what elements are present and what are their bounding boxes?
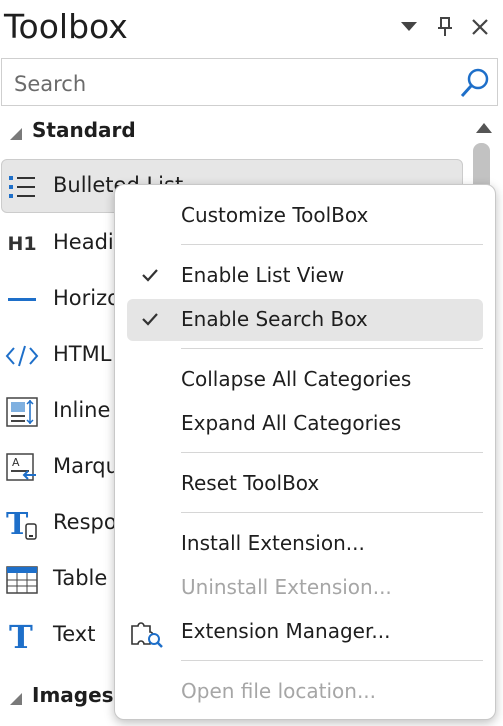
menu-item-label: Expand All Categories	[181, 411, 402, 435]
checkmark-icon	[141, 267, 159, 286]
menu-item-uninstall-extension: Uninstall Extension...	[127, 567, 483, 609]
menu-item-label: Extension Manager...	[181, 619, 391, 643]
svg-text:A: A	[12, 456, 20, 469]
collapse-triangle-icon[interactable]	[10, 125, 22, 144]
menu-separator	[181, 452, 483, 453]
item-label: Marqu	[53, 454, 119, 478]
html-code-icon	[4, 340, 40, 372]
menu-item-label: Install Extension...	[181, 531, 365, 555]
toolbox-titlebar: Toolbox	[0, 0, 503, 56]
menu-item-customize-toolbox[interactable]: Customize ToolBox	[127, 195, 483, 237]
bulleted-list-icon	[4, 171, 40, 203]
menu-item-label: Enable Search Box	[181, 307, 368, 331]
menu-item-label: Open file location...	[181, 679, 377, 703]
search-input[interactable]	[12, 68, 456, 100]
menu-item-install-extension[interactable]: Install Extension...	[127, 523, 483, 565]
menu-separator	[181, 348, 483, 349]
table-icon	[4, 564, 40, 596]
menu-item-label: Customize ToolBox	[181, 203, 369, 227]
item-label: Headi	[53, 230, 114, 254]
inline-frame-icon	[4, 396, 40, 428]
responsive-text-icon: T	[4, 508, 40, 540]
menu-item-label: Collapse All Categories	[181, 367, 412, 391]
item-label: Horizo	[53, 286, 120, 310]
collapse-triangle-icon[interactable]	[10, 690, 22, 709]
menu-item-enable-search-box[interactable]: Enable Search Box	[127, 299, 483, 341]
menu-separator	[181, 512, 483, 513]
svg-text:T: T	[9, 620, 33, 652]
search-box	[1, 58, 498, 106]
marquee-icon: A	[4, 452, 40, 484]
puzzle-gear-icon	[129, 617, 163, 653]
close-icon[interactable]	[467, 14, 493, 40]
menu-item-label: Enable List View	[181, 263, 345, 287]
panel-title: Toolbox	[4, 7, 128, 46]
category-label: Images	[32, 683, 114, 707]
menu-item-open-file-location: Open file location...	[127, 671, 483, 713]
category-label: Standard	[32, 118, 136, 142]
item-label: Respo	[53, 510, 117, 534]
menu-item-enable-list-view[interactable]: Enable List View	[127, 255, 483, 297]
item-label: Text	[53, 622, 96, 646]
pin-icon[interactable]	[432, 14, 458, 40]
checkmark-icon	[141, 311, 159, 330]
menu-item-label: Uninstall Extension...	[181, 575, 392, 599]
horizontal-line-icon	[4, 284, 40, 316]
menu-item-reset-toolbox[interactable]: Reset ToolBox	[127, 463, 483, 505]
search-icon[interactable]	[459, 67, 491, 103]
menu-item-label: Reset ToolBox	[181, 471, 320, 495]
context-menu: Customize ToolBox Enable List View Enabl…	[114, 184, 496, 720]
text-icon: T	[4, 620, 40, 652]
menu-item-expand-all-categories[interactable]: Expand All Categories	[127, 403, 483, 445]
item-label: Table	[53, 566, 108, 590]
menu-item-extension-manager[interactable]: Extension Manager...	[127, 611, 483, 653]
menu-separator	[181, 244, 483, 245]
item-label: Inline	[53, 398, 111, 422]
heading-icon: H1	[7, 233, 37, 255]
scroll-up-arrow-icon[interactable]	[476, 118, 492, 137]
dropdown-arrow-icon[interactable]	[396, 14, 422, 40]
category-standard[interactable]: Standard	[0, 110, 465, 150]
menu-item-collapse-all-categories[interactable]: Collapse All Categories	[127, 359, 483, 401]
menu-separator	[181, 660, 483, 661]
item-label: HTML	[53, 342, 112, 366]
